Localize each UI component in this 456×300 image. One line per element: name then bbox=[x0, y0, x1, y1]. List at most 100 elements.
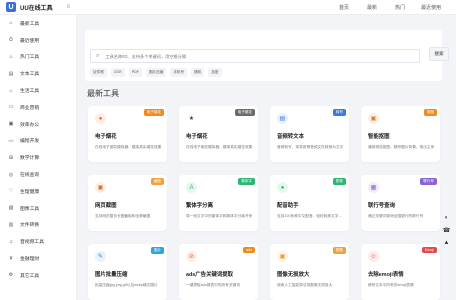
tool-name: 配音助手 bbox=[277, 203, 299, 209]
sidebar-item-label: 其它工具 bbox=[20, 273, 40, 279]
sidebar-item-life[interactable]: ⌂ 生活工具 bbox=[0, 82, 76, 99]
tag-encrypt[interactable]: 加密 bbox=[208, 68, 222, 77]
tool-name: 电子烟花 bbox=[186, 134, 208, 140]
tool-badge: 联行号 bbox=[420, 178, 437, 185]
tool-card[interactable]: 联行号 ▦ 联行号查询 通过关键词查询全国银行的联行号 bbox=[361, 175, 440, 231]
tag-random[interactable]: 随机 bbox=[191, 68, 205, 77]
search-button[interactable]: 搜索 bbox=[429, 47, 449, 61]
tool-icon: ● bbox=[277, 182, 288, 193]
tool-name: 音频转文本 bbox=[277, 134, 304, 140]
music-icon: ♫ bbox=[9, 238, 13, 245]
tool-icon: ★ bbox=[186, 113, 197, 124]
hot-tags: 证件照 OCR PDF 图片压缩 手机号 随机 加密 bbox=[90, 68, 222, 77]
tool-icon: ▣ bbox=[95, 182, 106, 193]
tool-icon: ● bbox=[95, 113, 106, 124]
topnav-latest[interactable]: 最新 bbox=[358, 4, 386, 11]
tool-badge: 电子烟花 bbox=[234, 109, 255, 116]
image-icon: ▨ bbox=[8, 205, 14, 212]
tool-card[interactable]: 截图 ▣ 网页截图 支持网页整页长图截取和全屏截图 bbox=[88, 175, 167, 231]
tool-card[interactable]: Emoji ☺ 去除emoji表情 移除文本中所有的emoji表情 bbox=[361, 244, 440, 300]
tool-description: 在线电子烟花模拟器，模拟真实烟花效果 bbox=[95, 145, 162, 149]
tool-name: 去除emoji表情 bbox=[368, 272, 404, 278]
tool-card[interactable]: 转写 ▤ 音频转文本 音频转写，将录音等音频文件转换为文字 bbox=[270, 106, 349, 162]
tool-description: 通用物品抠图，移除图片背景，抠出主体 bbox=[368, 145, 435, 149]
sidebar-item-file[interactable]: ▥ 文件转换 bbox=[0, 217, 76, 234]
float-toolbar: ◐ ☎ ▲ bbox=[441, 215, 452, 246]
tool-icon: ▣ bbox=[368, 113, 379, 124]
tool-name: 图片批量压缩 bbox=[95, 272, 128, 278]
tool-icon: ▣ bbox=[277, 251, 288, 262]
tag-id-photo[interactable]: 证件照 bbox=[90, 68, 107, 77]
tool-card[interactable]: 配音 ● 配音助手支持100多种中文配音，轻松转换文字为语音 bbox=[270, 175, 349, 231]
sidebar-item-hot[interactable]: ♨ 热门工具 bbox=[0, 49, 76, 66]
home-icon: ⌂ bbox=[9, 20, 13, 27]
heart-icon: ♡ bbox=[8, 188, 14, 195]
search-input[interactable] bbox=[105, 53, 406, 59]
tool-description: 支持网页整页长图截取和全屏截图 bbox=[95, 214, 151, 218]
theme-toggle-icon[interactable]: ◐ bbox=[445, 215, 449, 221]
sidebar-item-marketing[interactable]: ▭ 商业营销 bbox=[0, 99, 76, 116]
file-icon: ▥ bbox=[8, 221, 14, 228]
logo-mark: U bbox=[6, 2, 16, 12]
tool-card[interactable]: 图像 ▣ 图像无损放大 使用人工智能算法将图像无损放大 bbox=[270, 244, 349, 300]
sidebar-item-math[interactable]: ⊞ 数学计算 bbox=[0, 149, 76, 166]
sidebar-item-label: 最新工具 bbox=[20, 21, 40, 27]
tool-card[interactable]: ads ⊘ ads广告关键词提取 一键提取ads报表中的所有关键词 bbox=[179, 244, 258, 300]
sidebar-item-image[interactable]: ▨ 图像工具 bbox=[0, 200, 76, 217]
contact-icon[interactable]: ☎ bbox=[443, 227, 450, 234]
tag-image-compress[interactable]: 图片压缩 bbox=[145, 68, 167, 77]
top-bar: U UU在线工具 ≡ 首页 最新 热门 最近使用 bbox=[0, 0, 456, 15]
tool-badge: 抠图 bbox=[423, 109, 437, 116]
tool-description: 批量压缩jpg,png,gif以及webp格式图片 bbox=[95, 283, 158, 287]
sidebar-item-other[interactable]: ⚙ 其它工具 bbox=[0, 267, 76, 284]
sidebar-item-office[interactable]: ▣ 效率办公 bbox=[0, 116, 76, 133]
topnav-home[interactable]: 首页 bbox=[330, 4, 358, 11]
sidebar-item-query[interactable]: ◎ 在线查询 bbox=[0, 166, 76, 183]
sidebar-item-label: 金融理财 bbox=[20, 257, 40, 263]
sidebar-item-health[interactable]: ♡ 生理健康 bbox=[0, 183, 76, 200]
tool-description: 一键提取ads报表中的所有关键词 bbox=[186, 283, 240, 287]
tool-name: 网页截图 bbox=[95, 203, 117, 209]
topnav-recent[interactable]: 最近使用 bbox=[414, 4, 448, 11]
code-icon: </> bbox=[8, 138, 14, 143]
menu-collapse-icon[interactable]: ≡ bbox=[67, 4, 71, 10]
tool-card[interactable]: 电子烟花 ★ 电子烟花 在线电子烟花模拟器，模拟真实烟花效果 bbox=[179, 106, 258, 162]
sidebar-item-recent[interactable]: ⏱ 最近使用 bbox=[0, 32, 76, 49]
tag-ocr[interactable]: OCR bbox=[110, 68, 125, 77]
topnav-hot[interactable]: 热门 bbox=[386, 4, 414, 11]
tool-icon: ☺ bbox=[368, 251, 379, 262]
sidebar-item-label: 音视频工具 bbox=[20, 240, 44, 246]
sidebar-item-latest[interactable]: ⌂ 最新工具 bbox=[0, 15, 76, 32]
tag-pdf[interactable]: PDF bbox=[128, 68, 142, 77]
fire-icon: ♨ bbox=[8, 53, 14, 60]
tool-card[interactable]: 电子烟花 ● 电子烟花 在线电子烟花模拟器，模拟真实烟花效果 bbox=[88, 106, 167, 162]
sidebar-item-media[interactable]: ♫ 音视频工具 bbox=[0, 233, 76, 250]
tool-card[interactable]: 图片 ✎ 图片批量压缩 批量压缩jpg,png,gif以及webp格式图片 bbox=[88, 244, 167, 300]
tool-badge: 图像 bbox=[332, 247, 346, 254]
sidebar-item-label: 生理健康 bbox=[20, 189, 40, 195]
tool-icon: ✎ bbox=[95, 251, 106, 262]
tool-description: 使用人工智能算法将图像无损放大 bbox=[277, 283, 333, 287]
back-to-top-icon[interactable]: ▲ bbox=[444, 240, 450, 246]
tool-card[interactable]: 抠图 ▣ 智能抠图通用物品抠图，移除图片背景，抠出主体 bbox=[361, 106, 440, 162]
sidebar-item-label: 图像工具 bbox=[20, 206, 40, 212]
briefcase-icon: ▭ bbox=[8, 104, 14, 111]
top-nav: 首页 最新 热门 最近使用 bbox=[330, 0, 448, 15]
logo[interactable]: U UU在线工具 bbox=[6, 2, 53, 12]
tool-card[interactable]: 繁体字 A 繁体字分离 将一段文字中的繁体字和简体字分离开来 bbox=[179, 175, 258, 231]
tool-description: 移除文本中所有的emoji表情 bbox=[368, 283, 414, 287]
search-box[interactable]: ⌕ bbox=[90, 49, 420, 63]
tool-name: 电子烟花 bbox=[95, 134, 117, 140]
tool-description: 支持100多种中文配音，轻松转换文字为语音 bbox=[277, 214, 345, 218]
tool-name: 智能抠图 bbox=[368, 134, 390, 140]
tool-icon: ⊘ bbox=[186, 251, 197, 262]
sidebar-item-dev[interactable]: </> 编程开发 bbox=[0, 133, 76, 150]
sidebar-item-text[interactable]: ▤ 文本工具 bbox=[0, 65, 76, 82]
tool-badge: 配音 bbox=[332, 178, 346, 185]
sidebar-item-label: 效率办公 bbox=[20, 122, 40, 128]
sidebar-item-label: 文本工具 bbox=[20, 72, 40, 78]
sidebar-item-finance[interactable]: ¥ 金融理财 bbox=[0, 250, 76, 267]
office-icon: ▣ bbox=[8, 121, 14, 128]
tool-icon: A bbox=[186, 182, 197, 193]
tag-phone[interactable]: 手机号 bbox=[170, 68, 188, 77]
